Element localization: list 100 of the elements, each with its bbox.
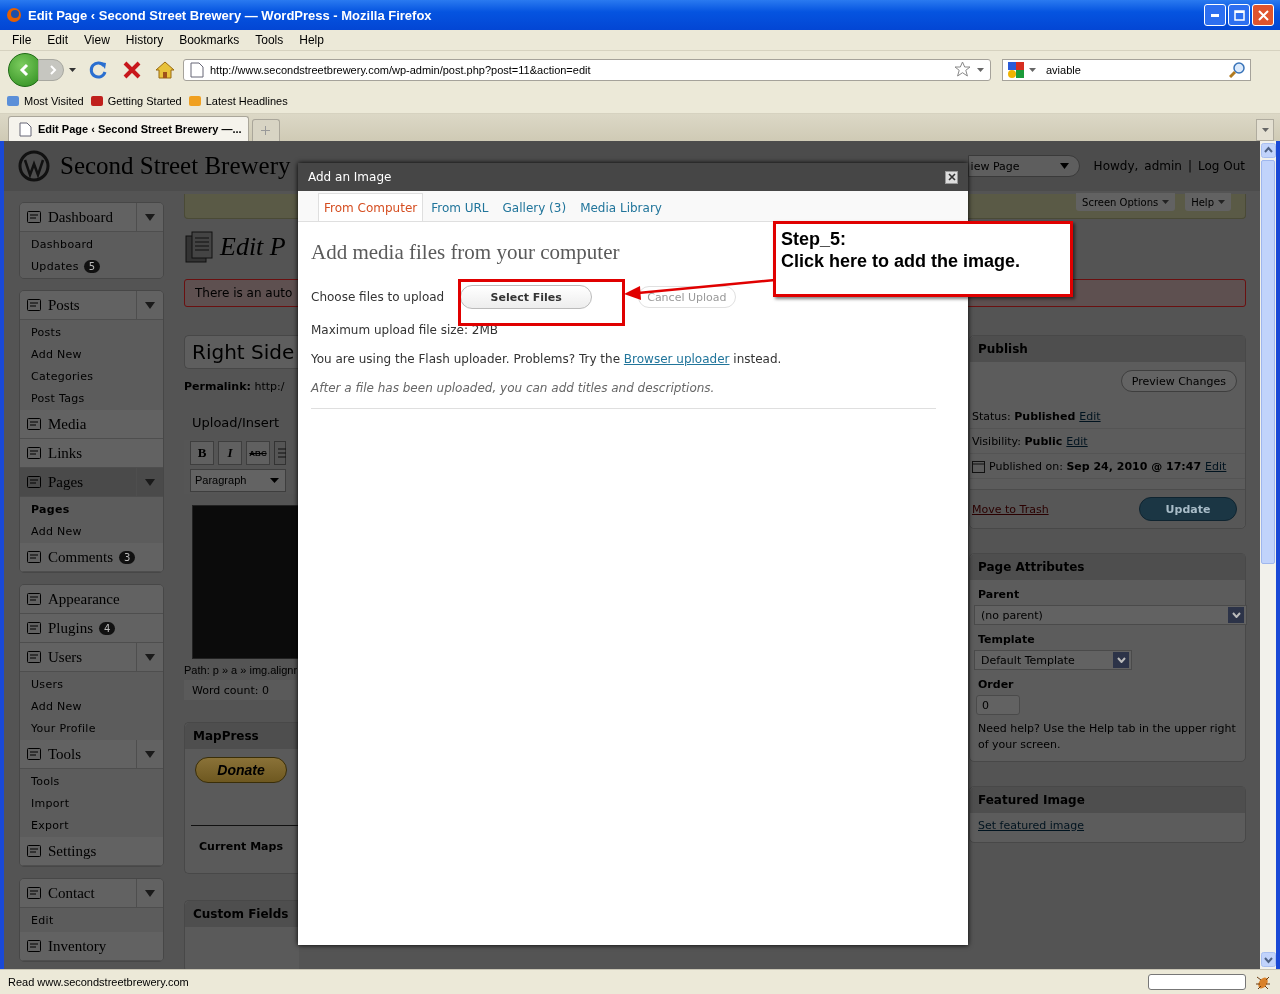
edit-link[interactable]: Edit [1066,434,1088,448]
bookmark-item[interactable]: Getting Started [89,93,182,108]
user-link[interactable]: admin [1144,159,1182,173]
submenu-link[interactable]: Add New [31,347,82,361]
dialog-tab[interactable]: From Computer [318,193,424,221]
template-select[interactable]: Default Template [974,650,1132,670]
menu-item[interactable]: Tools [247,33,292,47]
scrollbar[interactable] [1260,141,1276,969]
dialog-tab[interactable]: Media Library [574,193,668,221]
format-button[interactable]: I [218,441,242,465]
menu-item[interactable]: Users [20,643,163,672]
tab-list-button[interactable] [1256,119,1274,141]
menu-icon [26,843,42,859]
scroll-down-icon[interactable] [1260,952,1276,967]
format-dropdown[interactable]: Paragraph [190,468,286,492]
menu-item[interactable]: Contact [20,879,163,908]
maximize-icon [1233,9,1245,21]
browser-tab[interactable]: Edit Page ‹ Second Street Brewery —... [8,116,249,141]
log-out-link[interactable]: Log Out [1198,159,1245,173]
dropdown-icon[interactable] [977,67,984,72]
bookmark-item[interactable]: Most Visited [6,93,84,108]
edit-link[interactable]: Edit [1205,459,1227,473]
submenu-link[interactable]: Add New [31,524,82,538]
reload-icon[interactable] [89,59,109,80]
dialog-tab[interactable]: Gallery (3) [496,193,573,221]
caret-icon [145,478,155,486]
menu-item[interactable]: Dashboard [20,203,163,232]
submenu-link[interactable]: Your Profile [31,721,96,735]
menu-item[interactable]: Edit [39,33,77,47]
menu-item[interactable]: Plugins 4 [20,614,163,643]
submenu-link[interactable]: Categories [31,369,94,383]
current-maps-label: Current Maps [198,840,283,853]
caret-icon [1261,128,1269,132]
search-engine-icon[interactable] [1007,60,1025,79]
caret-icon [1059,163,1069,169]
word-count-text: Word count: 0 [184,680,299,700]
menu-item[interactable]: Tools [20,740,163,769]
search-icon[interactable] [1229,61,1246,78]
home-icon[interactable] [155,59,175,80]
format-button[interactable]: ABC [246,441,270,465]
submenu-link[interactable]: Pages [31,502,70,516]
order-field[interactable]: 0 [976,695,1020,715]
menu-item[interactable]: Pages [20,468,163,497]
move-to-trash-link[interactable]: Move to Trash [972,502,1049,516]
address-field[interactable]: http://www.secondstreetbrewery.com/wp-admin/post.php?post=11&action=edit [183,58,991,81]
menu-item[interactable]: Inventory [20,932,163,961]
submenu-link[interactable]: Post Tags [31,391,85,405]
minimize-button[interactable] [1204,4,1226,26]
count-badge: 3 [119,550,136,564]
select-files-button[interactable]: Select Files [460,285,593,309]
menu-item[interactable]: View [76,33,118,47]
page-heading: Edit P [220,232,286,262]
submenu-link[interactable]: Users [31,677,64,691]
menu-item[interactable]: Posts [20,291,163,320]
caret-icon [145,301,155,309]
history-dropdown-icon[interactable] [69,67,76,72]
menu-item[interactable]: Settings [20,837,163,866]
submenu-link[interactable]: Add New [31,699,82,713]
view-page-button[interactable]: iew Page [967,155,1080,177]
search-field[interactable]: aviable [1002,58,1251,81]
submenu-link[interactable]: Tools [31,774,60,788]
close-button[interactable] [945,170,958,184]
submenu-link[interactable]: Updates [31,259,79,273]
screen-meta-tab[interactable]: Help [1185,193,1231,211]
parent-select[interactable]: (no parent) [974,605,1247,625]
donate-button[interactable]: Donate [195,757,287,783]
greeting-text: Howdy, [1093,159,1139,173]
update-button[interactable]: Update [1139,497,1237,521]
set-featured-image-link[interactable]: Set featured image [978,819,1084,832]
menu-item[interactable]: Media [20,410,163,439]
bookmark-item[interactable]: Latest Headlines [187,93,288,108]
preview-changes-button[interactable]: Preview Changes [1120,370,1237,392]
menu-item[interactable]: History [117,33,172,47]
screen-meta-tab[interactable]: Screen Options [1076,193,1176,211]
submenu-link[interactable]: Posts [31,325,62,339]
menu-item[interactable]: Appearance [20,585,163,614]
menu-item[interactable]: File [4,33,40,47]
scroll-up-icon[interactable] [1260,143,1276,158]
field-label: Parent [977,587,1021,603]
format-button[interactable]: B [190,441,214,465]
menu-item[interactable]: Comments 3 [20,543,163,572]
submenu-link[interactable]: Edit [31,913,54,927]
edit-link[interactable]: Edit [1079,409,1101,423]
menu-icon [26,416,42,432]
submenu-link[interactable]: Import [31,796,70,810]
menu-item[interactable]: Bookmarks [171,33,248,47]
star-icon[interactable] [954,61,971,78]
caret-icon [1218,200,1225,204]
dialog-tab[interactable]: From URL [425,193,495,221]
stop-icon[interactable] [122,59,142,80]
menu-item[interactable]: Links [20,439,163,468]
submenu-link[interactable]: Export [31,818,69,832]
submenu-link[interactable]: Dashboard [31,237,94,251]
maximize-button[interactable] [1228,4,1250,26]
menu-item[interactable]: Help [291,33,332,47]
browser-uploader-link[interactable]: Browser uploader [623,352,730,366]
path-text: Path: p » a » img.alignr [184,664,298,676]
dropdown-icon[interactable] [1029,67,1036,72]
help-text: Need help? Use the Help tab in the upper right of your screen. [978,721,1237,753]
title-field[interactable]: Right Side [184,335,299,369]
